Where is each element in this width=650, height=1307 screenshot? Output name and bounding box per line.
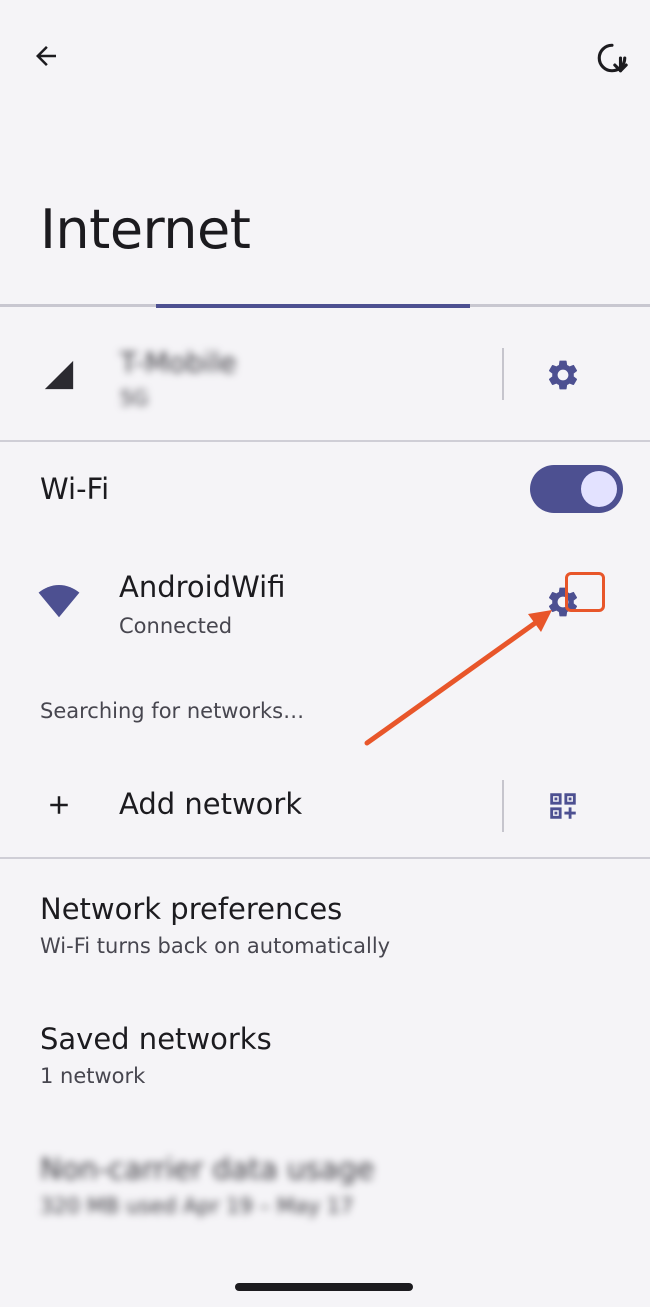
section-divider [0,857,650,859]
plus-icon [50,796,68,814]
add-network-row[interactable]: Add network [0,770,500,842]
qr-code-scan-icon [550,793,576,819]
searching-status: Searching for networks… [40,699,305,723]
network-preferences-item[interactable]: Network preferences Wi-Fi turns back on … [0,880,650,980]
scan-qr-button[interactable] [541,784,585,828]
gesture-home-bar[interactable] [235,1283,413,1291]
data-usage-subtitle: 320 MB used Apr 19 – May 17 [40,1194,354,1218]
data-usage-item[interactable]: Non-carrier data usage 320 MB used Apr 1… [0,1140,650,1240]
network-preferences-subtitle: Wi-Fi turns back on automatically [40,934,391,958]
add-network-label: Add network [119,787,303,821]
saved-networks-title: Saved networks [40,1022,272,1056]
add-network-separator [502,780,504,832]
saved-networks-item[interactable]: Saved networks 1 network [0,1010,650,1110]
network-preferences-title: Network preferences [40,892,343,926]
data-usage-title: Non-carrier data usage [40,1152,375,1186]
annotation-arrow [364,610,552,746]
saved-networks-subtitle: 1 network [40,1064,146,1088]
